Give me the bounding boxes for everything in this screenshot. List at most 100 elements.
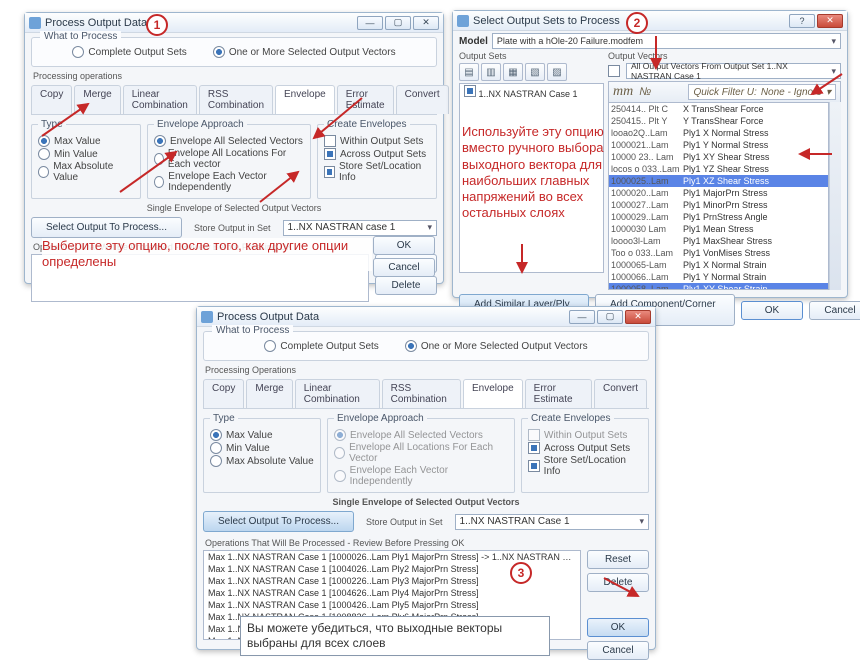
dropdown-store-set[interactable]: 1..NX NASTRAN case 1 [283,220,437,236]
group-create: Create Envelopes Within Output Sets Acro… [521,413,649,493]
toolbar-btn-4[interactable]: ▧ [525,63,545,81]
radio-approach-all[interactable]: Envelope All Selected Vectors [334,429,508,441]
check-store[interactable]: Store Set/Location Info [324,161,430,183]
dropdown-model[interactable]: Plate with a hOle-20 Failure.modfem [492,33,841,49]
arrow-icon [512,242,532,278]
delete-button[interactable]: Delete [375,276,437,295]
maximize-button[interactable]: ▢ [597,310,623,324]
vector-row[interactable]: 1000030 LamPly1 Mean Stress [609,223,828,235]
tab-linear[interactable]: Linear Combination [295,379,380,408]
cancel-button[interactable]: Cancel [809,301,860,320]
titlebar: Process Output Data — ▢ ✕ [197,307,655,327]
vector-row[interactable]: 1000065-LamPly1 X Normal Strain [609,259,828,271]
label-single-env: Single Envelope of Selected Output Vecto… [31,203,437,213]
radio-max[interactable]: Max Value [210,429,314,441]
toolbar-btn-2[interactable]: ▥ [481,63,501,81]
tab-copy[interactable]: Copy [203,379,244,408]
scrollbar[interactable] [829,102,841,290]
vector-row[interactable]: looao2Q..LamPly1 X Normal Stress [609,127,828,139]
tab-rss[interactable]: RSS Combination [382,379,461,408]
label-model: Model [459,36,488,47]
ops-row[interactable]: Max 1..NX NASTRAN Case 1 [1000026..Lam P… [204,551,580,563]
toolbar-btn-3[interactable]: ▦ [503,63,523,81]
group-type: Type Max Value Min Value Max Absolute Va… [203,413,321,493]
arrow-icon [646,34,666,74]
radio-min[interactable]: Min Value [210,442,314,454]
window-process-output-3: Process Output Data — ▢ ✕ What to Proces… [196,306,656,650]
ops-row[interactable]: Max 1..NX NASTRAN Case 1 [1000426..Lam P… [204,599,580,611]
radio-approach-ind[interactable]: Envelope Each Vector Independently [334,465,508,487]
check-within[interactable]: Within Output Sets [528,429,642,441]
app-icon [201,311,213,323]
check-all-vectors[interactable] [608,65,620,77]
help-button[interactable]: ? [789,14,815,28]
tab-convert[interactable]: Convert [396,85,449,114]
tab-merge[interactable]: Merge [246,379,292,408]
reset-button[interactable]: Reset [587,550,649,569]
tab-convert[interactable]: Convert [594,379,647,408]
ok-button[interactable]: OK [741,301,803,320]
annotation-1: Выберите эту опцию, после того, как друг… [42,238,372,271]
vector-row[interactable]: 1000066..LamPly1 Y Normal Strain [609,271,828,283]
vector-row[interactable]: 1000025..LamPly1 XZ Shear Stress [609,175,828,187]
check-store[interactable]: Store Set/Location Info [528,455,642,477]
maximize-button[interactable]: ▢ [385,16,411,30]
vector-row[interactable]: 1000058..LamPly1 XY Shear Strain [609,283,828,290]
select-output-button[interactable]: Select Output To Process... [31,217,182,238]
toolbar-btn-5[interactable]: ▨ [547,63,567,81]
close-button[interactable]: ✕ [625,310,651,324]
vector-row[interactable]: 1000029..LamPly1 PrnStress Angle [609,211,828,223]
tab-linear[interactable]: Linear Combination [123,85,197,114]
label-store-in-set: Store Output in Set [366,517,443,527]
group-approach: Envelope Approach Envelope All Selected … [327,413,515,493]
check-across[interactable]: Across Output Sets [528,442,642,454]
ops-row[interactable]: Max 1..NX NASTRAN Case 1 [1004626..Lam P… [204,587,580,599]
set-row[interactable]: 1..NX NASTRAN Case 1 [460,84,603,100]
dropdown-store-set[interactable]: 1..NX NASTRAN Case 1 [455,514,649,530]
callout-badge-2: 2 [626,12,648,34]
radio-complete-sets[interactable]: Complete Output Sets [72,46,186,58]
close-button[interactable]: ✕ [817,14,843,28]
set-check[interactable] [464,85,476,97]
minimize-button[interactable]: — [357,16,383,30]
app-icon [457,15,469,27]
label-single-env: Single Envelope of Selected Output Vecto… [203,497,649,507]
cancel-button[interactable]: Cancel [373,258,435,277]
vector-row[interactable]: 250415.. Plt YY TransShear Force [609,115,828,127]
label-ops-review: Operations That Will Be Processed - Revi… [205,538,647,548]
legend: What to Process [40,31,121,42]
vector-row[interactable]: loooo3l-LamPly1 MaxShear Stress [609,235,828,247]
arrow-icon [796,144,836,164]
check-across[interactable]: Across Output Sets [324,148,430,160]
minimize-button[interactable]: — [569,310,595,324]
tab-envelope[interactable]: Envelope [463,379,523,408]
radio-approach-each[interactable]: Envelope All Locations For Each Vector [334,442,508,464]
cancel-button[interactable]: Cancel [587,641,649,660]
vector-row[interactable]: 250414.. Plt CX TransShear Force [609,103,828,115]
vector-row[interactable]: 1000027..LamPly1 MinorPrn Stress [609,199,828,211]
tab-rss[interactable]: RSS Combination [199,85,273,114]
select-output-button[interactable]: Select Output To Process... [203,511,354,532]
vector-row[interactable]: locos o 033..LamPly1 YZ Shear Stress [609,163,828,175]
group-what-to-process: What to Process Complete Output Sets One… [31,37,437,67]
vector-row[interactable]: 1000020..LamPly1 MajorPrn Stress [609,187,828,199]
titlebar: Select Output Sets to Process ? ✕ [453,11,847,31]
label-proc-ops: Processing Operations [205,365,647,375]
titlebar: Process Output Data — ▢ ✕ [25,13,443,33]
arrow-icon [600,574,644,604]
label-output-vectors: Output Vectors [608,51,841,61]
radio-abs[interactable]: Max Absolute Value [210,455,314,467]
ok-button[interactable]: OK [373,236,435,255]
radio-complete-sets[interactable]: Complete Output Sets [264,340,378,352]
toolbar-btn-1[interactable]: ▤ [459,63,479,81]
window-title: Process Output Data [45,17,357,29]
ok-button[interactable]: OK [587,618,649,637]
arrow-icon [256,166,306,206]
radio-selected-vectors[interactable]: One or More Selected Output Vectors [213,46,396,58]
radio-selected-vectors[interactable]: One or More Selected Output Vectors [405,340,588,352]
vector-row[interactable]: Too o 033..LamPly1 VonMises Stress [609,247,828,259]
tab-error[interactable]: Error Estimate [525,379,592,408]
arrow-icon [40,98,100,138]
close-button[interactable]: ✕ [413,16,439,30]
vector-list[interactable]: 250414.. Plt CX TransShear Force250415..… [608,102,829,290]
